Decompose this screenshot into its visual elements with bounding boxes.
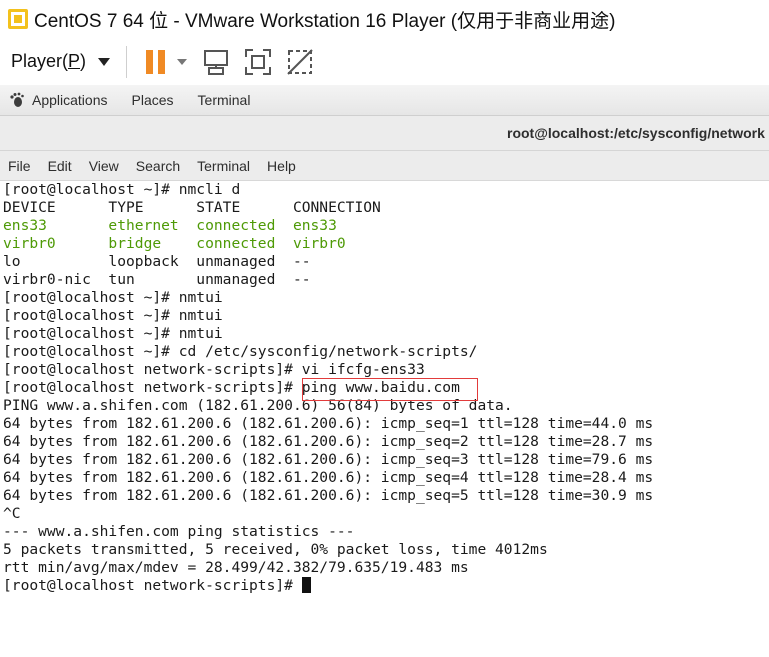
terminal-line: 64 bytes from 182.61.200.6 (182.61.200.6… [3, 487, 654, 504]
terminal-line: 64 bytes from 182.61.200.6 (182.61.200.6… [3, 415, 654, 432]
menu-terminal[interactable]: Terminal [197, 158, 250, 174]
terminal-line: virbr0 bridge connected virbr0 [3, 235, 346, 252]
menu-file[interactable]: File [8, 158, 31, 174]
terminal-line: [root@localhost ~]# nmtui [3, 289, 223, 306]
send-ctrl-alt-del-icon [204, 49, 229, 75]
toolbar-divider [126, 45, 128, 78]
terminal-line: PING www.a.shifen.com (182.61.200.6) 56(… [3, 397, 513, 414]
menu-edit[interactable]: Edit [48, 158, 72, 174]
terminal-line: [root@localhost network-scripts]# ping w… [3, 379, 460, 396]
terminal-line: [root@localhost network-scripts]# vi ifc… [3, 361, 425, 378]
unity-icon [287, 48, 313, 75]
player-menu-button[interactable]: Player(P) [11, 51, 111, 72]
gnome-top-bar: Applications Places Terminal [0, 85, 769, 116]
terminal-line: ens33 ethernet connected ens33 [3, 217, 337, 234]
terminal-line: 64 bytes from 182.61.200.6 (182.61.200.6… [3, 433, 654, 450]
terminal-line: 5 packets transmitted, 5 received, 0% pa… [3, 541, 548, 558]
menu-search[interactable]: Search [136, 158, 180, 174]
terminal-line: [root@localhost ~]# nmcli d [3, 181, 241, 198]
fullscreen-icon [245, 48, 272, 75]
terminal-app-menu[interactable]: Terminal [198, 92, 251, 108]
unity-button[interactable] [285, 47, 315, 77]
terminal-title: root@localhost:/etc/sysconfig/network [507, 125, 765, 141]
send-ctrl-alt-del-button[interactable] [201, 47, 231, 77]
terminal-line: --- www.a.shifen.com ping statistics --- [3, 523, 355, 540]
terminal-app-label: Terminal [197, 92, 251, 108]
vmware-icon [7, 8, 29, 30]
gnome-foot-icon [10, 92, 24, 107]
pause-button[interactable] [141, 47, 171, 77]
pause-dropdown-icon[interactable] [177, 58, 188, 65]
chevron-down-icon [98, 57, 111, 66]
terminal-cursor [301, 577, 311, 593]
applications-label: Applications [32, 92, 108, 108]
terminal-line: rtt min/avg/max/mdev = 28.499/42.382/79.… [3, 559, 469, 576]
places-menu[interactable]: Places [132, 92, 174, 108]
terminal-line: lo loopback unmanaged -- [3, 253, 311, 270]
terminal-line: [root@localhost ~]# nmtui [3, 325, 223, 342]
pause-icon [146, 49, 166, 74]
player-menu-label: Player(P) [11, 51, 87, 71]
player-toolbar: Player(P) [0, 38, 769, 85]
terminal-line: [root@localhost network-scripts]# [3, 577, 769, 595]
terminal-line: DEVICE TYPE STATE CONNECTION [3, 199, 381, 216]
terminal-line: [root@localhost ~]# cd /etc/sysconfig/ne… [3, 343, 478, 360]
terminal-output[interactable]: [root@localhost ~]# nmcli d DEVICE TYPE S… [0, 181, 769, 657]
terminal-line: virbr0-nic tun unmanaged -- [3, 271, 311, 288]
applications-menu[interactable]: Applications [9, 92, 108, 108]
window-title: CentOS 7 64 位 - VMware Workstation 16 Pl… [34, 10, 616, 32]
menu-view[interactable]: View [89, 158, 119, 174]
terminal-menubar: File Edit View Search Terminal Help [0, 151, 769, 181]
terminal-line: [root@localhost ~]# nmtui [3, 307, 223, 324]
terminal-line: ^C [3, 505, 21, 522]
menu-help[interactable]: Help [267, 158, 296, 174]
places-label: Places [131, 92, 174, 108]
fullscreen-button[interactable] [243, 47, 273, 77]
terminal-line: 64 bytes from 182.61.200.6 (182.61.200.6… [3, 451, 654, 468]
terminal-line: 64 bytes from 182.61.200.6 (182.61.200.6… [3, 469, 654, 486]
terminal-headerbar: root@localhost:/etc/sysconfig/network [0, 116, 769, 151]
window-titlebar: CentOS 7 64 位 - VMware Workstation 16 Pl… [0, 0, 769, 38]
